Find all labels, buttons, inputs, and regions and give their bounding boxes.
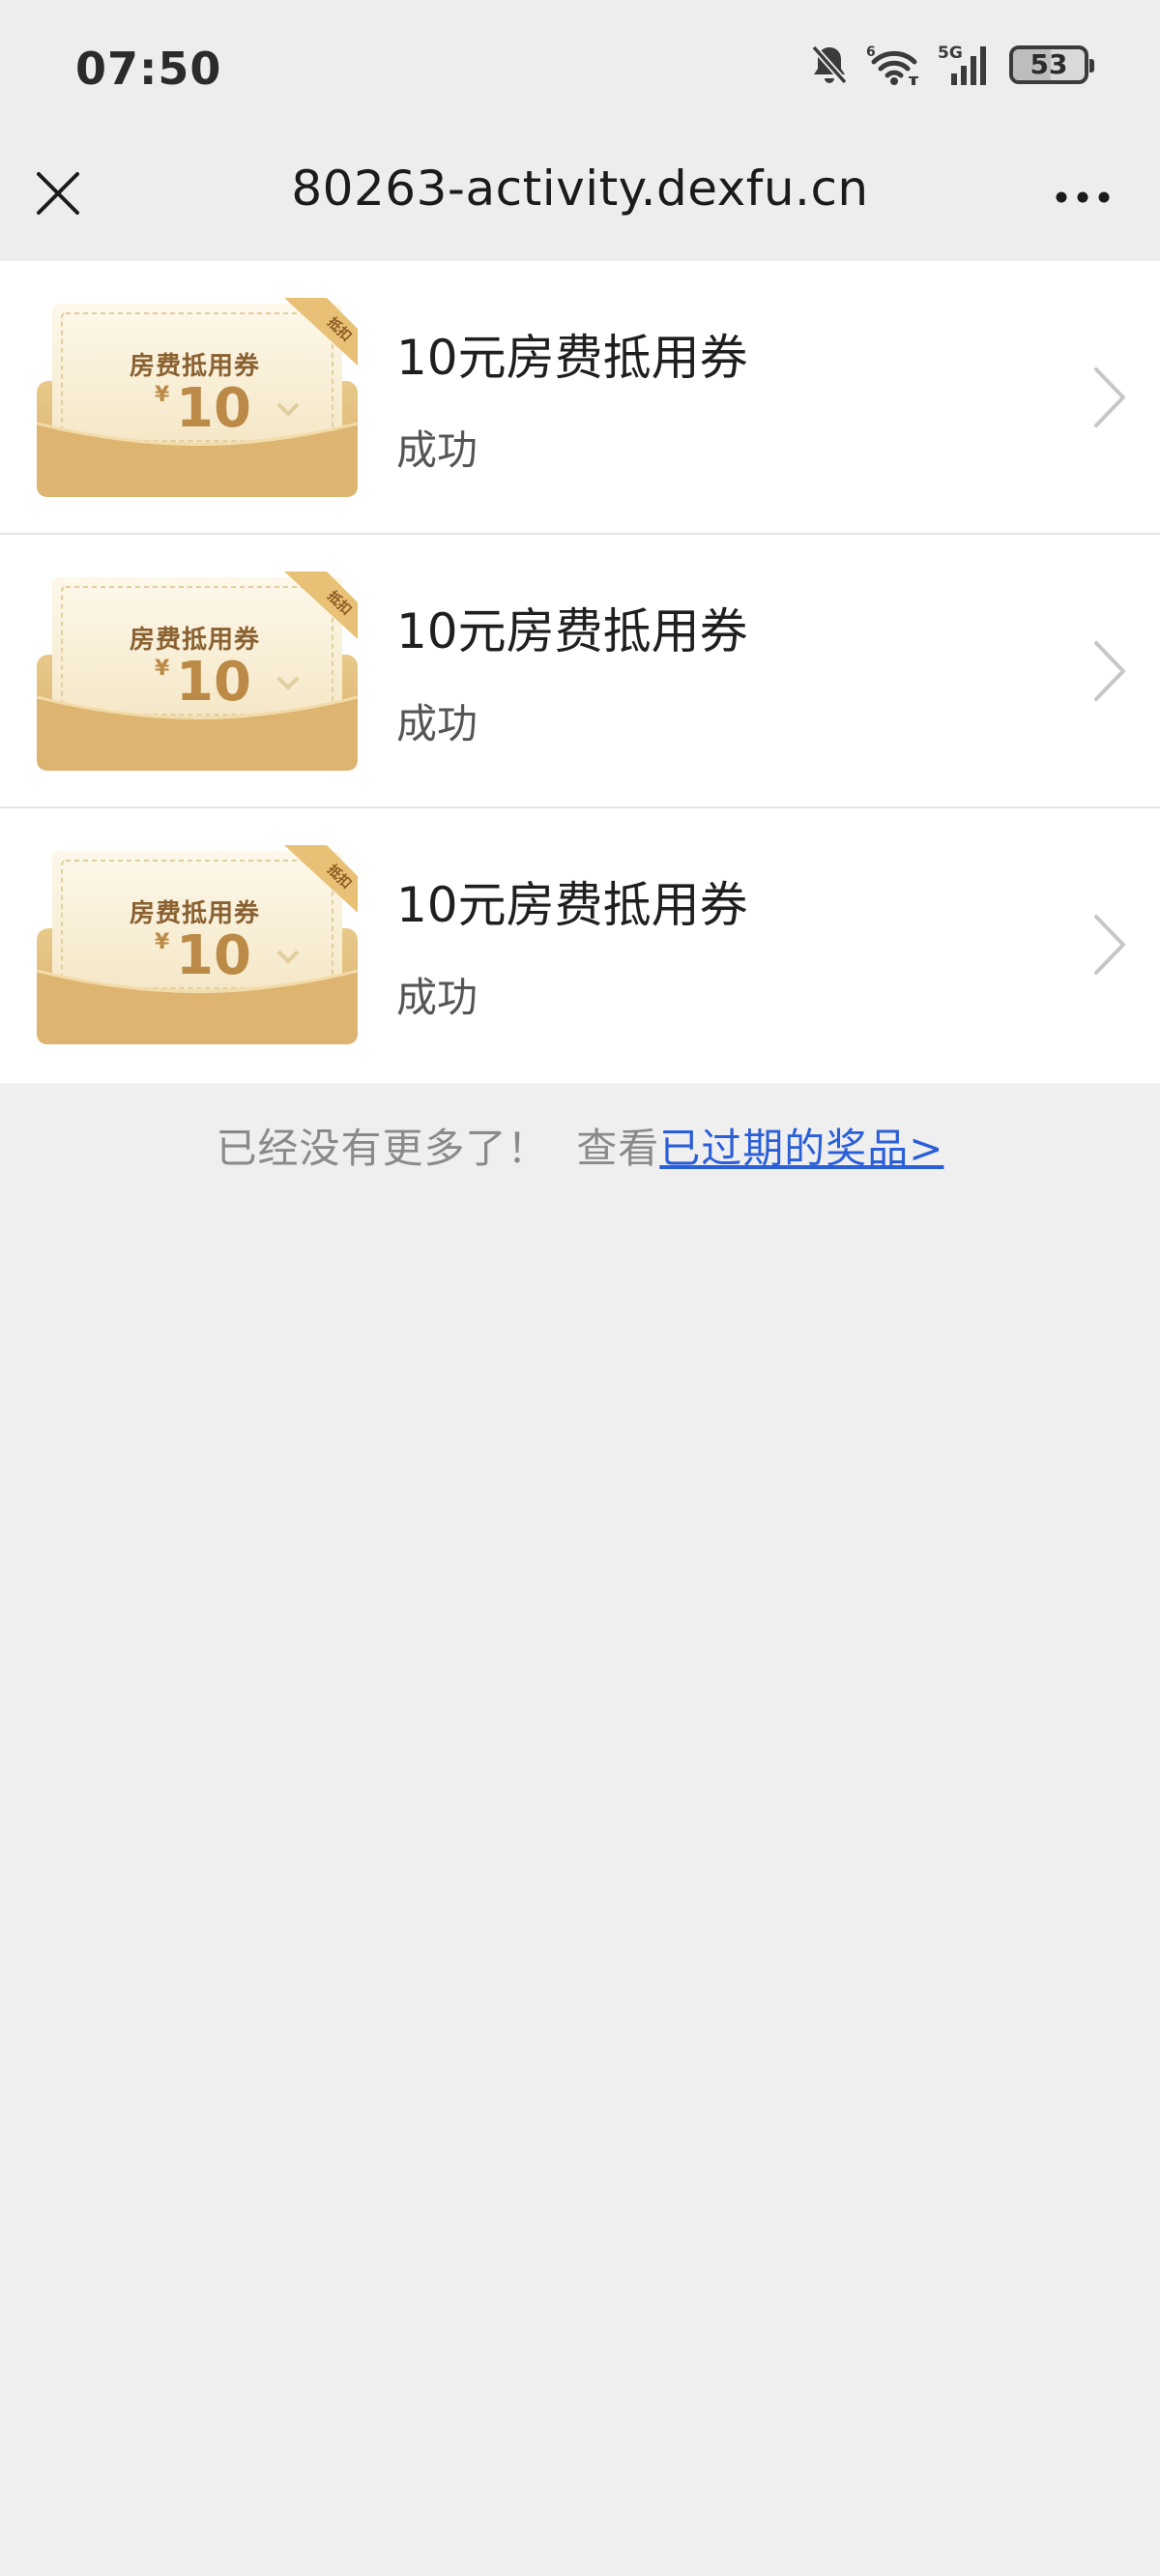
svg-text:6: 6 [866, 44, 876, 60]
coupon-amount: 10 [176, 651, 251, 714]
battery-percent: 53 [1030, 48, 1068, 80]
signal-icon: 5G [938, 43, 992, 87]
coupon-image: 抵扣 房费抵用券 ¥ 10 [36, 298, 359, 497]
chevron-right-icon [1090, 637, 1129, 705]
close-button[interactable] [29, 166, 87, 224]
status-time: 07:50 [75, 43, 222, 95]
prize-title: 10元房费抵用券 [396, 877, 748, 933]
more-button[interactable] [1044, 170, 1121, 228]
nav-bar: 80263-activity.dexfu.cn [0, 143, 1160, 261]
prize-title: 10元房费抵用券 [396, 603, 748, 659]
coupon-currency: ¥ [155, 930, 170, 954]
prize-status: 成功 [396, 426, 478, 474]
chevron-right-icon [1090, 364, 1129, 431]
bell-muted-icon [810, 44, 849, 86]
footer-text: 已经没有更多了！ 查看已过期的奖品> [0, 1116, 1160, 1175]
expired-prizes-link[interactable]: 已过期的奖品> [659, 1125, 943, 1172]
coupon-image: 抵扣 房费抵用券 ¥ 10 [36, 571, 359, 771]
view-text: 查看 [576, 1125, 660, 1172]
list-item[interactable]: 抵扣 房费抵用券 ¥ 10 10元房费抵用券 成功 [0, 261, 1160, 535]
prize-status: 成功 [396, 700, 478, 747]
status-icons: 6 5G 53 [810, 41, 1094, 89]
close-icon [35, 170, 81, 220]
page-title: 80263-activity.dexfu.cn [291, 161, 869, 217]
prize-title: 10元房费抵用券 [396, 330, 748, 386]
chevron-right-icon [1090, 911, 1129, 979]
no-more-text: 已经没有更多了！ [216, 1125, 549, 1172]
coupon-image: 抵扣 房费抵用券 ¥ 10 [36, 845, 359, 1044]
svg-text:5G: 5G [938, 44, 963, 63]
coupon-currency: ¥ [155, 657, 170, 681]
more-icon [1054, 190, 1112, 209]
list-item[interactable]: 抵扣 房费抵用券 ¥ 10 10元房费抵用券 成功 [0, 535, 1160, 808]
battery-icon: 53 [1009, 45, 1094, 84]
coupon-currency: ¥ [155, 383, 170, 407]
status-bar: 07:50 6 5G 53 [0, 0, 1160, 143]
prize-status: 成功 [396, 974, 478, 1021]
prize-list: 抵扣 房费抵用券 ¥ 10 10元房费抵用券 成功 抵扣 房费抵用券 ¥ 10 … [0, 261, 1160, 1083]
coupon-amount: 10 [176, 924, 251, 987]
wifi-icon: 6 [866, 43, 920, 87]
coupon-amount: 10 [176, 377, 251, 440]
list-item[interactable]: 抵扣 房费抵用券 ¥ 10 10元房费抵用券 成功 [0, 808, 1160, 1083]
